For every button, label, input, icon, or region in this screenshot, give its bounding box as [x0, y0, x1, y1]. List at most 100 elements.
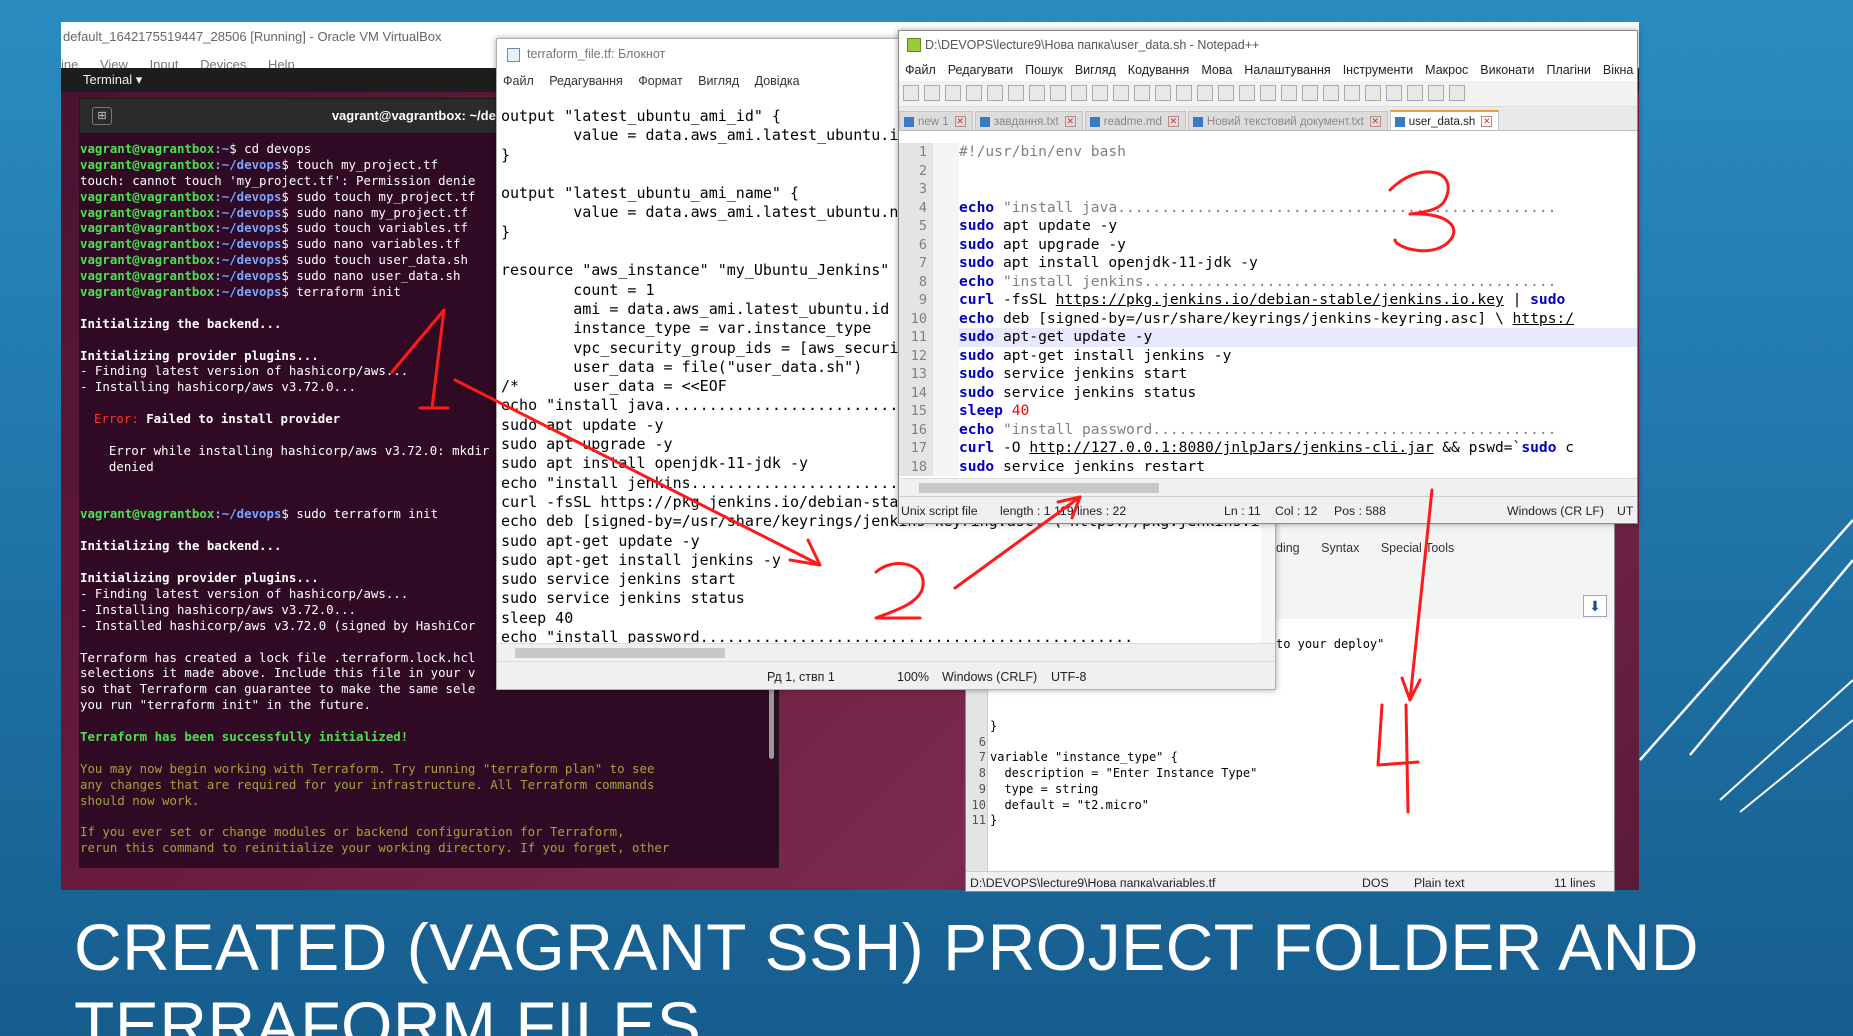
- close-icon[interactable]: [987, 84, 1003, 101]
- npp-menu-item[interactable]: Мова: [1201, 63, 1232, 77]
- open-file-icon[interactable]: [924, 84, 940, 101]
- slide-title: CREATED (VAGRANT SSH) PROJECT FOLDER AND…: [74, 908, 1699, 1036]
- npp-tab-label: user_data.sh: [1408, 116, 1476, 128]
- folder-workspace-icon[interactable]: [1365, 84, 1381, 101]
- npp-code-line: 12 sudo apt-get install jenkins -y: [899, 346, 1637, 365]
- function-list-icon[interactable]: [1344, 84, 1360, 101]
- npp-code-line: 16 echo "install password................…: [899, 420, 1637, 439]
- npp-menu-item[interactable]: Кодування: [1128, 63, 1190, 77]
- fold-margin: [933, 365, 959, 384]
- fold-margin: [933, 235, 959, 254]
- npp-tab[interactable]: завдання.txt ✕: [974, 111, 1083, 130]
- np-status-zoom: 100%: [897, 670, 929, 684]
- np-menu-file[interactable]: Файл: [503, 74, 534, 88]
- npp-code-line: 18 sudo service jenkins restart: [899, 457, 1637, 476]
- monitoring-icon[interactable]: [1386, 84, 1402, 101]
- indent-guide-icon[interactable]: [1302, 84, 1318, 101]
- cut-icon[interactable]: [1050, 84, 1066, 101]
- npp2-menu-special-tools[interactable]: Special Tools: [1381, 541, 1454, 555]
- line-number: 15: [899, 402, 933, 421]
- zoom-in-icon[interactable]: [1197, 84, 1213, 101]
- scroll-thumb[interactable]: [919, 483, 1159, 493]
- sync-scroll-icon[interactable]: [1239, 84, 1255, 101]
- np-menu-view[interactable]: Вигляд: [698, 74, 739, 88]
- record-macro-icon[interactable]: [1407, 84, 1423, 101]
- npp-menu-item[interactable]: Файл: [905, 63, 936, 77]
- tab-close-icon[interactable]: ✕: [1369, 116, 1381, 128]
- npp-editor[interactable]: 1 #!/usr/bin/env bash 2 3 4 echo "install jav…: [899, 143, 1637, 478]
- activities-terminal-menu[interactable]: Terminal ▾: [83, 72, 142, 87]
- npp-tab[interactable]: new 1 ✕: [899, 111, 973, 130]
- npp-horizontal-scrollbar[interactable]: [899, 478, 1637, 496]
- new-file-icon[interactable]: [903, 84, 919, 101]
- undo-icon[interactable]: [1113, 84, 1129, 101]
- fold-margin: [933, 420, 959, 439]
- notepad-line: sudo apt-get install jenkins -y: [501, 550, 781, 569]
- fold-margin: [933, 254, 959, 273]
- save-icon[interactable]: [945, 84, 961, 101]
- terminal-line: you run "terraform init" in the future.: [80, 697, 371, 713]
- npp-tab-label: завдання.txt: [993, 116, 1059, 128]
- line-number: 10: [899, 309, 933, 328]
- npp-code-line: 6 sudo apt upgrade -y: [899, 235, 1637, 254]
- npp-menu-item[interactable]: Виконати: [1480, 63, 1534, 77]
- doc-map-icon[interactable]: [1323, 84, 1339, 101]
- np-menu-help[interactable]: Довідка: [755, 74, 800, 88]
- save-all-icon[interactable]: [966, 84, 982, 101]
- close-all-icon[interactable]: [1008, 84, 1024, 101]
- line-number: 6: [899, 235, 933, 254]
- np-menu-format[interactable]: Формат: [638, 74, 682, 88]
- npp-menu-item[interactable]: Макрос: [1425, 63, 1468, 77]
- npp-code-line: 7 sudo apt install openjdk-11-jdk -y: [899, 254, 1637, 273]
- find-icon[interactable]: [1155, 84, 1171, 101]
- fold-margin: [933, 457, 959, 476]
- paste-icon[interactable]: [1092, 84, 1108, 101]
- notepad-line: sudo service jenkins start: [501, 570, 736, 589]
- npp2-menu-syntax[interactable]: Syntax: [1321, 541, 1359, 555]
- zoom-out-icon[interactable]: [1218, 84, 1234, 101]
- npp2-menubar: ding Syntax Special Tools: [1276, 541, 1472, 555]
- print-icon[interactable]: [1029, 84, 1045, 101]
- fold-margin: [933, 143, 959, 162]
- npp2-menu-encoding[interactable]: ding: [1276, 541, 1300, 555]
- line-number: 18: [899, 457, 933, 476]
- npp-tab[interactable]: Новий текстовий документ.txt ✕: [1187, 111, 1388, 130]
- np-menu-edit[interactable]: Редагування: [549, 74, 623, 88]
- npp-toolbar: [899, 81, 1637, 107]
- npp-menu-item[interactable]: Інструменти: [1343, 63, 1413, 77]
- fold-margin: [933, 439, 959, 458]
- scroll-thumb[interactable]: [515, 648, 725, 658]
- npp-menu-item[interactable]: Редагувати: [948, 63, 1013, 77]
- npp-code-line: 5 sudo apt update -y: [899, 217, 1637, 236]
- show-all-chars-icon[interactable]: [1281, 84, 1297, 101]
- npp-menu-item[interactable]: Вигляд: [1075, 63, 1116, 77]
- replace-icon[interactable]: [1176, 84, 1192, 101]
- word-wrap-icon[interactable]: [1260, 84, 1276, 101]
- notepadpp-window[interactable]: D:\DEVOPS\lecture9\Нова папка\user_data.…: [898, 30, 1638, 524]
- tab-close-icon[interactable]: ✕: [1167, 116, 1179, 128]
- npp-code-line: 1 #!/usr/bin/env bash: [899, 143, 1637, 162]
- npp2-code-line: 7 variable "instance_type" {: [978, 750, 1178, 765]
- redo-icon[interactable]: [1134, 84, 1150, 101]
- download-arrow-icon[interactable]: ⬇: [1583, 595, 1607, 617]
- tab-close-icon[interactable]: ✕: [954, 116, 966, 128]
- npp-tab[interactable]: user_data.sh ✕: [1389, 110, 1500, 130]
- tab-close-icon[interactable]: ✕: [1481, 116, 1493, 128]
- new-tab-icon[interactable]: ⊞: [92, 107, 112, 125]
- npp2-code-line: 10 default = "t2.micro": [971, 797, 1149, 812]
- copy-icon[interactable]: [1071, 84, 1087, 101]
- npp-status-pos: Pos : 588: [1334, 504, 1386, 518]
- tab-close-icon[interactable]: ✕: [1064, 116, 1076, 128]
- notepad-horizontal-scrollbar[interactable]: [497, 643, 1275, 661]
- npp-tab[interactable]: readme.md ✕: [1084, 111, 1186, 130]
- npp-menu-item[interactable]: Пошук: [1025, 63, 1063, 77]
- npp-menu-item[interactable]: Вікна: [1603, 63, 1633, 77]
- npp-menu-item[interactable]: Плагіни: [1546, 63, 1590, 77]
- stop-macro-icon[interactable]: [1428, 84, 1444, 101]
- npp-title: D:\DEVOPS\lecture9\Нова папка\user_data.…: [925, 38, 1260, 52]
- terminal-line: You may now begin working with Terraform…: [80, 760, 655, 776]
- play-macro-icon[interactable]: [1449, 84, 1465, 101]
- npp-menu-item[interactable]: Налаштування: [1244, 63, 1330, 77]
- fold-margin: [933, 402, 959, 421]
